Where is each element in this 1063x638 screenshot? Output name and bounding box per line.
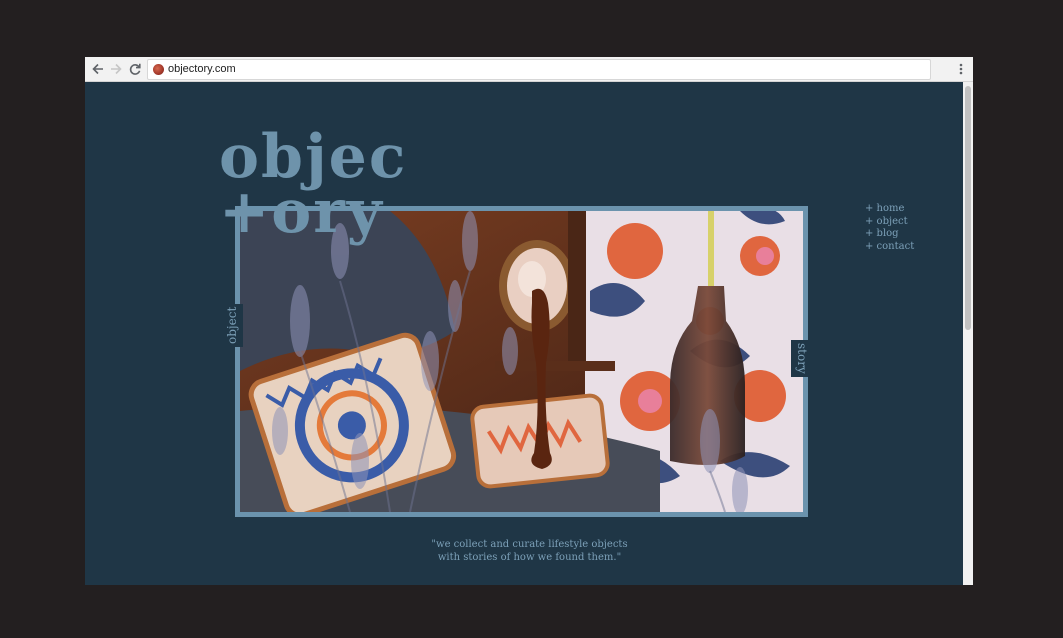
side-label-story: story	[791, 340, 813, 377]
hero-photo-illustration	[240, 211, 803, 512]
hero-photo	[240, 211, 803, 512]
side-label-object: object	[221, 303, 243, 347]
nav-item-contact[interactable]: + contact	[865, 241, 914, 254]
back-button[interactable]	[89, 60, 107, 78]
page-viewport: objec +ory object story + home + object …	[85, 82, 973, 585]
site-favicon-icon	[153, 64, 164, 75]
reload-button[interactable]	[126, 60, 144, 78]
browser-window: objectory.com objec +ory object story + …	[85, 57, 973, 585]
scrollbar-thumb[interactable]	[965, 86, 971, 330]
url-text[interactable]: objectory.com	[168, 62, 236, 77]
nav-item-home[interactable]: + home	[865, 203, 914, 216]
reload-icon	[129, 63, 141, 75]
site-nav: + home + object + blog + contact	[865, 203, 914, 253]
logo-line-2[interactable]: +ory	[219, 182, 384, 242]
nav-item-blog[interactable]: + blog	[865, 228, 914, 241]
browser-menu-button[interactable]	[955, 60, 967, 78]
tagline-line-1: "we collect and curate lifestyle objects	[431, 539, 628, 550]
forward-button[interactable]	[107, 60, 125, 78]
browser-toolbar: objectory.com	[85, 57, 973, 82]
address-bar[interactable]: objectory.com	[147, 59, 931, 80]
nav-item-object[interactable]: + object	[865, 216, 914, 229]
page-scrollbar[interactable]	[963, 82, 973, 585]
tagline-line-2: with stories of how we found them."	[437, 552, 622, 563]
tagline: "we collect and curate lifestyle objects…	[385, 538, 674, 564]
arrow-right-icon	[111, 63, 122, 75]
arrow-left-icon	[92, 63, 103, 75]
kebab-menu-icon	[959, 63, 963, 75]
